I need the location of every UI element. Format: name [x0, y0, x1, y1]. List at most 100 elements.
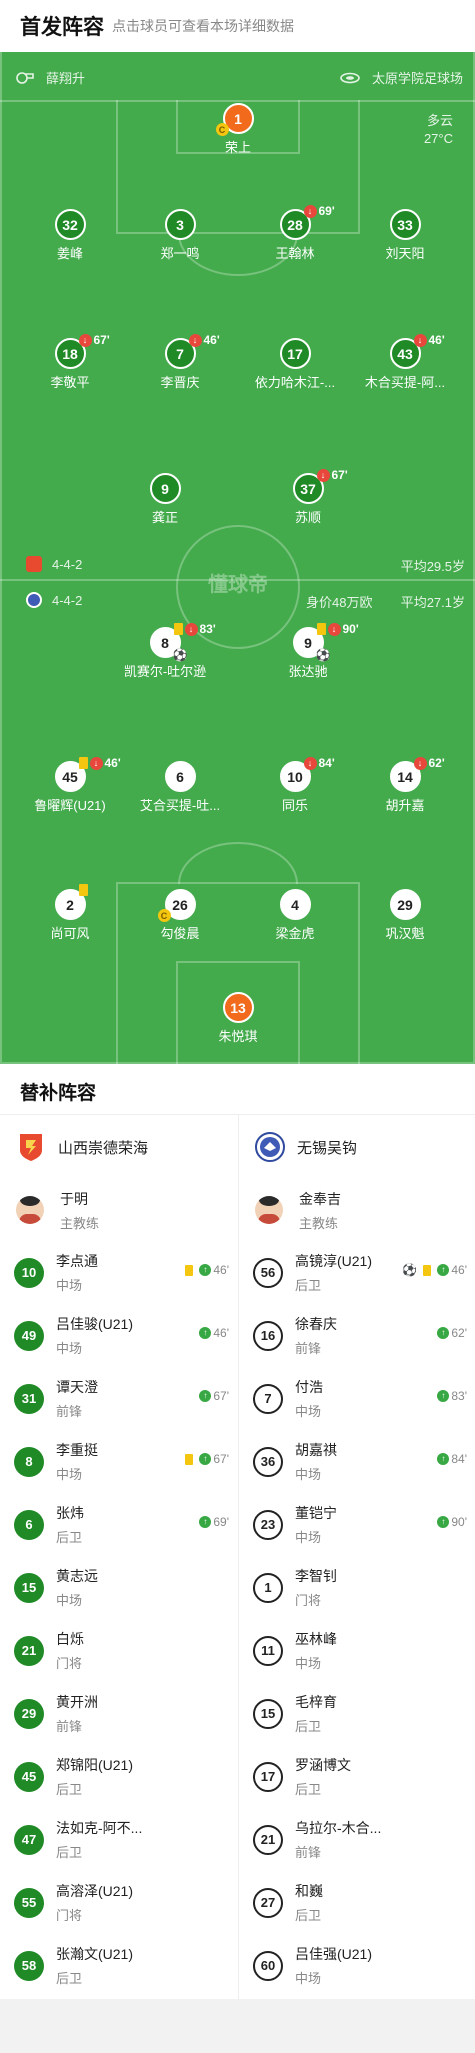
sub-player-info: 毛梓育 后卫	[295, 1692, 337, 1735]
player-number: 43 ↓ 46'	[389, 333, 445, 369]
sub-player-row[interactable]: 21 乌拉尔-木合... 前锋	[239, 1808, 475, 1871]
home-player[interactable]: 18 ↓ 67' 李敬平	[10, 333, 130, 391]
sub-player-name: 胡嘉祺	[295, 1442, 337, 1458]
away-player[interactable]: 14 ↓ 62' 胡升嘉	[345, 756, 465, 814]
player-name: 龚正	[151, 510, 178, 525]
sub-out-minute: 46'	[203, 333, 220, 347]
player-name: 巩汉魁	[385, 926, 425, 941]
away-player[interactable]: 26 C 勾俊晨	[120, 889, 240, 942]
sub-player-name: 高镜淳(U21)	[295, 1253, 373, 1269]
sub-in-minute: 69'	[213, 1515, 229, 1529]
away-player[interactable]: 6 艾合买提-吐...	[120, 761, 240, 814]
sub-player-row[interactable]: 10 李点通 中场 ↑ 46'	[0, 1241, 237, 1304]
home-player[interactable]: 17 依力哈木江-...	[235, 338, 355, 391]
home-player[interactable]: 3 郑一鸣	[120, 209, 240, 262]
sub-player-number: 8	[14, 1446, 44, 1477]
home-player[interactable]: 1 C 荣上	[178, 103, 298, 156]
sub-player-row[interactable]: 56 高镜淳(U21) 后卫 ⚽ ↑ 46'	[239, 1241, 475, 1304]
sub-in-icon: ↑	[437, 1264, 450, 1276]
captain-icon: C	[157, 909, 171, 922]
sub-player-row[interactable]: 16 徐春庆 前锋 ↑ 62'	[239, 1304, 475, 1367]
sub-player-info: 谭天澄 前锋	[56, 1377, 98, 1420]
home-coach[interactable]: 于明 主教练	[0, 1179, 237, 1241]
player-events: ↓ 90'	[316, 622, 359, 636]
home-player[interactable]: 7 ↓ 46' 李晋庆	[120, 333, 240, 391]
sub-in-icon: ↑	[199, 1327, 212, 1339]
home-player[interactable]: 9 龚正	[105, 473, 225, 526]
sub-player-name: 黄开洲	[56, 1694, 98, 1710]
sub-player-row[interactable]: 6 张炜 后卫 ↑ 69'	[0, 1493, 237, 1556]
sub-player-row[interactable]: 45 郑锦阳(U21) 后卫	[0, 1745, 237, 1808]
player-name: 郑一鸣	[160, 246, 200, 261]
sub-player-row[interactable]: 36 胡嘉祺 中场 ↑ 84'	[239, 1430, 475, 1493]
sub-player-name: 罗涵博文	[295, 1757, 351, 1773]
sub-player-row[interactable]: 15 黄志远 中场	[0, 1556, 237, 1619]
player-number: 37 ↓ 67'	[292, 468, 348, 504]
sub-player-row[interactable]: 31 谭天澄 前锋 ↑ 67'	[0, 1367, 237, 1430]
away-team-row[interactable]: 无锡吴钩	[239, 1115, 475, 1179]
sub-player-row[interactable]: 49 吕佳骏(U21) 中场 ↑ 46'	[0, 1304, 237, 1367]
home-team-row[interactable]: 山西崇德荣海	[0, 1115, 237, 1179]
sub-player-number: 21	[14, 1635, 44, 1666]
away-player[interactable]: 45 ↓ 46' 鲁曜辉(U21)	[10, 756, 130, 814]
sub-player-number: 29	[14, 1698, 44, 1729]
away-player[interactable]: 2 尚可风	[10, 884, 130, 942]
sub-player-info: 黄志远 中场	[56, 1566, 98, 1609]
sub-out-minute: 67'	[93, 333, 110, 347]
away-team-name: 无锡吴钩	[297, 1139, 358, 1157]
away-team-icon	[26, 592, 42, 608]
sub-player-row[interactable]: 15 毛梓育 后卫	[239, 1682, 475, 1745]
sub-player-row[interactable]: 11 巫林峰 中场	[239, 1619, 475, 1682]
sub-player-row[interactable]: 60 吕佳强(U21) 中场	[239, 1934, 475, 1997]
sub-player-number: 15	[14, 1572, 44, 1603]
away-player[interactable]: 8 ⚽ ↓ 83' 凯赛尔-吐尔逊	[105, 622, 225, 680]
away-coach[interactable]: 金奉吉 主教练	[239, 1179, 475, 1241]
away-player[interactable]: 9 ⚽ ↓ 90' 张达驰	[248, 622, 368, 680]
sub-player-number: 27	[253, 1887, 283, 1918]
sub-in-minute: 46'	[213, 1326, 229, 1340]
home-player[interactable]: 33 刘天阳	[345, 209, 465, 262]
sub-player-row[interactable]: 21 白烁 门将	[0, 1619, 237, 1682]
home-formation-info: 4-4-2	[26, 556, 82, 572]
yellow-card-icon	[78, 757, 88, 769]
sub-player-info: 张瀚文(U21) 后卫	[56, 1944, 133, 1987]
sub-player-number: 11	[253, 1635, 283, 1666]
sub-player-row[interactable]: 1 李智钊 门将	[239, 1556, 475, 1619]
sub-player-row[interactable]: 55 高溶泽(U21) 门将	[0, 1871, 237, 1934]
sub-player-row[interactable]: 58 张瀚文(U21) 后卫	[0, 1934, 237, 1997]
sub-player-info: 张炜 后卫	[56, 1503, 84, 1546]
player-events: ↓ 69'	[303, 204, 335, 218]
player-name: 朱悦琪	[218, 1029, 258, 1044]
sub-player-name: 法如克-阿不...	[56, 1820, 143, 1836]
home-sub-list: 10 李点通 中场 ↑ 46' 49 吕佳骏(U21) 中场 ↑ 46' 31 谭天澄 前锋 ↑ 67' 8 李…	[0, 1241, 237, 1997]
home-team-icon	[26, 556, 42, 572]
home-player[interactable]: 43 ↓ 46' 木合买提-阿...	[345, 333, 465, 391]
home-player[interactable]: 32 姜峰	[10, 209, 130, 262]
sub-player-position: 中场	[295, 1467, 322, 1482]
sub-player-row[interactable]: 29 黄开洲 前锋	[0, 1682, 237, 1745]
home-team-logo	[16, 1132, 46, 1162]
away-bench: 无锡吴钩 金奉吉 主教练 56 高镜淳(U21) 后卫 ⚽ ↑ 46' 16 徐春庆 前锋 ↑ 62…	[238, 1115, 475, 2000]
away-player[interactable]: 10 ↓ 84' 同乐	[235, 756, 355, 814]
player-name: 苏顺	[294, 510, 321, 525]
sub-player-row[interactable]: 27 和巍 后卫	[239, 1871, 475, 1934]
sub-player-events: ↑ 46'	[185, 1263, 229, 1277]
away-player[interactable]: 13 朱悦琪	[178, 992, 298, 1045]
player-number: 8 ⚽ ↓ 83'	[149, 622, 216, 662]
sub-player-row[interactable]: 47 法如克-阿不... 后卫	[0, 1808, 237, 1871]
sub-player-row[interactable]: 23 董铠宁 中场 ↑ 90'	[239, 1493, 475, 1556]
bench-panel: 山西崇德荣海 于明 主教练 10 李点通 中场 ↑ 46' 49 吕佳骏(U21) 中场 ↑ 46…	[0, 1114, 475, 2000]
home-player[interactable]: 37 ↓ 67' 苏顺	[248, 468, 368, 526]
away-player[interactable]: 29 巩汉魁	[345, 889, 465, 942]
home-player[interactable]: 28 ↓ 69' 王翰林	[235, 204, 355, 262]
sub-player-number: 58	[14, 1950, 44, 1981]
sub-player-row[interactable]: 17 罗涵博文 后卫	[239, 1745, 475, 1808]
player-events	[78, 884, 90, 896]
player-number: 6	[164, 761, 196, 792]
away-player[interactable]: 4 梁金虎	[235, 889, 355, 942]
sub-player-name: 和巍	[295, 1883, 323, 1899]
sub-player-row[interactable]: 7 付浩 中场 ↑ 83'	[239, 1367, 475, 1430]
player-events: ↓ 46'	[78, 756, 121, 770]
away-formation-info: 4-4-2	[26, 592, 82, 608]
sub-player-row[interactable]: 8 李重挺 中场 ↑ 67'	[0, 1430, 237, 1493]
